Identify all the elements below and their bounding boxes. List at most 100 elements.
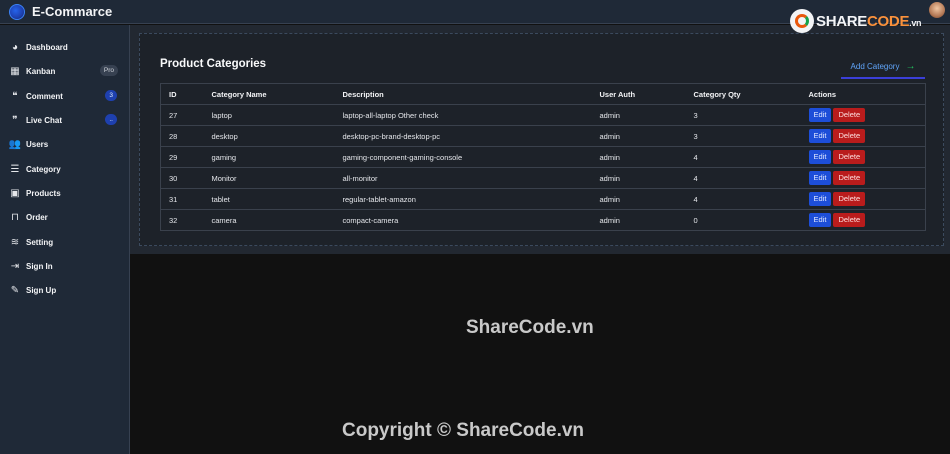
cell-id: 31 xyxy=(160,188,204,210)
edit-button[interactable]: Edit xyxy=(808,192,832,206)
sidebar-item-label: Sign Up xyxy=(26,285,57,295)
cell-id: 27 xyxy=(160,104,204,126)
sidebar-item-sign-in[interactable]: ⇥ Sign In xyxy=(0,255,129,277)
delete-button[interactable]: Delete xyxy=(833,192,866,206)
edit-button[interactable]: Edit xyxy=(808,108,832,122)
watermark-domain: .vn xyxy=(909,17,922,28)
cell-id: 30 xyxy=(160,167,204,189)
sidebar-item-comment[interactable]: ❝ Comment 3 xyxy=(0,85,129,107)
cell-category-qty: 3 xyxy=(685,104,801,126)
cell-description: regular-tablet-amazon xyxy=(334,188,592,210)
cell-id: 29 xyxy=(160,146,204,168)
cell-user-auth: admin xyxy=(591,125,686,147)
sidebar-item-label: Comment xyxy=(26,91,63,101)
sidebar-item-dashboard[interactable]: ◕ Dashboard xyxy=(0,36,129,58)
cell-category-qty: 4 xyxy=(685,146,801,168)
delete-button[interactable]: Delete xyxy=(833,213,866,227)
grid-icon: ▦ xyxy=(10,65,20,77)
column-header-category-qty: Category Qty xyxy=(685,83,801,105)
cell-user-auth: admin xyxy=(591,104,686,126)
cell-user-auth: admin xyxy=(591,167,686,189)
watermark-copyright: Copyright © ShareCode.vn xyxy=(342,420,585,441)
watermark-share: SHARE xyxy=(816,12,868,30)
delete-button[interactable]: Delete xyxy=(833,150,866,164)
table-row: 29 gaming gaming-component-gaming-console a… xyxy=(160,146,926,168)
sign-in-icon: ⇥ xyxy=(10,260,20,272)
sign-up-icon: ✎ xyxy=(10,284,20,296)
cell-description: gaming-component-gaming-console xyxy=(334,146,592,168)
sidebar-item-label: Dashboard xyxy=(26,42,68,52)
users-icon: 👥 xyxy=(8,138,22,150)
comment-icon: ❝ xyxy=(12,90,18,102)
sidebar-badge: Pro xyxy=(99,65,118,76)
sidebar-item-products[interactable]: ▣ Products xyxy=(0,182,129,204)
edit-button[interactable]: Edit xyxy=(808,129,832,143)
content-panel: Product Categories Add Category → ID Cat… xyxy=(130,25,950,254)
column-header-id: ID xyxy=(160,83,204,105)
watermark-center: ShareCode.vn xyxy=(466,317,594,338)
brand-logo-icon xyxy=(9,3,25,20)
dashboard-icon: ◕ xyxy=(11,41,19,53)
table-row: 31 tablet regular-tablet-amazon admin 4 Edit D… xyxy=(160,188,926,210)
edit-button[interactable]: Edit xyxy=(808,171,832,185)
column-header-category-name: Category Name xyxy=(203,83,335,105)
column-header-user-auth: User Auth xyxy=(591,83,686,105)
cell-category-name: laptop xyxy=(203,104,335,126)
cell-user-auth: admin xyxy=(591,209,686,231)
delete-button[interactable]: Delete xyxy=(833,108,866,122)
sidebar-item-setting[interactable]: ≋ Setting xyxy=(0,231,129,253)
cell-actions: Edit Delete xyxy=(800,146,926,168)
cell-category-qty: 4 xyxy=(685,188,801,210)
table-row: 32 camera compact-camera admin 0 Edit Delete xyxy=(160,209,926,231)
sidebar-item-label: Setting xyxy=(26,237,54,247)
watermark-logo: SHARECODE.vn xyxy=(790,9,922,33)
sidebar-item-label: Live Chat xyxy=(26,115,63,125)
cell-actions: Edit Delete xyxy=(800,209,926,231)
cell-category-name: Monitor xyxy=(203,167,335,189)
cell-category-qty: 0 xyxy=(685,209,801,231)
cell-description: desktop-pc-brand-desktop-pc xyxy=(334,125,592,147)
add-category-label: Add Category xyxy=(850,62,900,71)
sidebar-badge: 3 xyxy=(105,90,117,101)
watermark-code: CODE xyxy=(867,12,910,30)
page-title: Product Categories xyxy=(160,58,267,70)
categories-card: Product Categories Add Category → ID Cat… xyxy=(139,33,944,246)
cell-category-name: desktop xyxy=(203,125,335,147)
sidebar-item-category[interactable]: ☰ Category xyxy=(0,158,129,180)
cell-actions: Edit Delete xyxy=(800,188,926,210)
cell-description: laptop-all-laptop Other check xyxy=(334,104,592,126)
avatar[interactable] xyxy=(929,2,945,18)
sidebar-item-label: Kanban xyxy=(26,66,56,76)
cell-id: 28 xyxy=(160,125,204,147)
sidebar-item-users[interactable]: 👥 Users xyxy=(0,133,129,155)
cell-id: 32 xyxy=(160,209,204,231)
sidebar-item-sign-up[interactable]: ✎ Sign Up xyxy=(0,279,129,301)
cell-description: compact-camera xyxy=(334,209,592,231)
cell-actions: Edit Delete xyxy=(800,104,926,126)
table-row: 27 laptop laptop-all-laptop Other check adm… xyxy=(160,104,926,126)
cell-category-name: tablet xyxy=(203,188,335,210)
cell-user-auth: admin xyxy=(591,188,686,210)
sidebar-item-label: Users xyxy=(26,139,49,149)
delete-button[interactable]: Delete xyxy=(833,129,866,143)
sidebar-item-kanban[interactable]: ▦ Kanban Pro xyxy=(0,60,129,82)
sidebar-item-live-chat[interactable]: ❞ Live Chat.. xyxy=(0,109,129,131)
chat-icon: ❞ xyxy=(12,114,18,126)
table-row: 30 Monitor all-monitor admin 4 Edit Delete xyxy=(160,167,926,189)
sharecode-logo-icon xyxy=(790,9,814,33)
sliders-icon: ≋ xyxy=(10,236,20,248)
categories-table: ID Category Name Description User Auth C… xyxy=(160,83,926,231)
brand[interactable]: E-Commarce xyxy=(9,3,112,20)
cell-user-auth: admin xyxy=(591,146,686,168)
edit-button[interactable]: Edit xyxy=(808,150,832,164)
sidebar-item-label: Order xyxy=(26,212,48,222)
sidebar-item-order[interactable]: ⊓ Order xyxy=(0,206,129,228)
edit-button[interactable]: Edit xyxy=(808,213,832,227)
table-header-row: ID Category Name Description User Auth C… xyxy=(160,83,926,105)
sidebar-item-label: Sign In xyxy=(26,261,53,271)
cell-actions: Edit Delete xyxy=(800,167,926,189)
delete-button[interactable]: Delete xyxy=(833,171,866,185)
add-category-button[interactable]: Add Category → xyxy=(841,56,925,79)
bag-icon: ▣ xyxy=(10,187,20,199)
sidebar-badge: .. xyxy=(105,114,117,125)
